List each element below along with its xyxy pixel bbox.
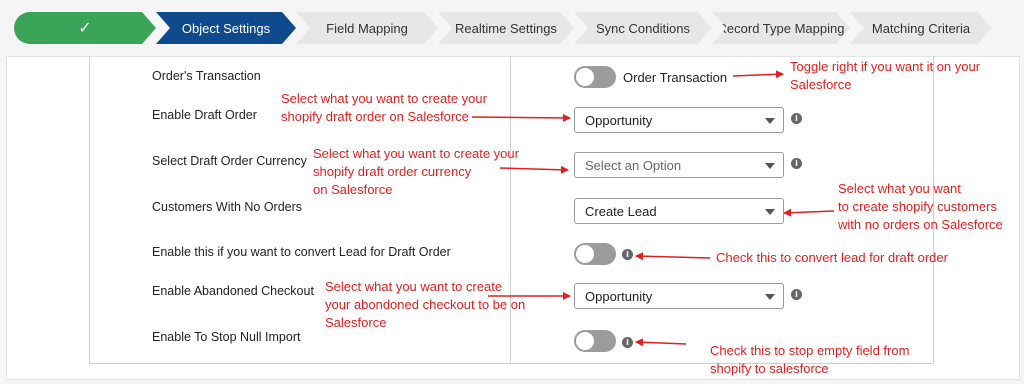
annotation-draft-order: Select what you want to create your shop… <box>281 90 487 126</box>
annotation-line: shopify draft order on Salesforce <box>281 109 469 124</box>
convert-lead-toggle[interactable] <box>574 243 616 265</box>
info-icon[interactable]: i <box>791 289 802 300</box>
step-label: Field Mapping <box>326 20 408 36</box>
annotation-draft-currency: Select what you want to create your shop… <box>313 145 519 199</box>
annotation-line: with no orders on Salesforce <box>838 217 1003 232</box>
check-icon: ✓ <box>78 20 92 37</box>
annotation-line: shopify draft order currency <box>313 164 472 179</box>
select-value: Opportunity <box>585 113 653 128</box>
step-sync-conditions[interactable]: Sync Conditions <box>574 12 712 44</box>
caret-down-icon <box>765 163 775 169</box>
step-realtime-settings[interactable]: Realtime Settings <box>438 12 574 44</box>
select-placeholder: Select an Option <box>585 158 682 173</box>
draft-order-currency-select[interactable]: Select an Option <box>574 152 784 178</box>
annotation-toggle-order: Toggle right if you want it on your Sale… <box>790 58 980 94</box>
annotation-line: your abondoned checkout to be on <box>325 297 526 312</box>
annotation-line: Check this to convert lead for draft ord… <box>716 250 948 265</box>
caret-down-icon <box>765 209 775 215</box>
step-label: Sync Conditions <box>596 20 690 36</box>
row-label-abandoned-checkout: Enable Abandoned Checkout <box>152 284 314 298</box>
order-transaction-toggle[interactable] <box>574 66 616 88</box>
info-icon[interactable]: i <box>791 113 802 124</box>
step-label: Record Type Mapping <box>717 20 845 36</box>
caret-down-icon <box>765 118 775 124</box>
annotation-line: Select what you want to create your <box>281 91 487 106</box>
annotation-customers: Select what you want to create shopify c… <box>838 180 1003 234</box>
stop-null-import-toggle[interactable] <box>574 330 616 352</box>
row-label-enable-draft-order: Enable Draft Order <box>152 108 257 122</box>
annotation-line: Check this to stop empty field from <box>710 343 910 358</box>
annotation-line: Select what you want to create <box>325 279 503 294</box>
annotation-line: on Salesforce <box>313 182 393 197</box>
toggle-knob <box>576 245 594 263</box>
abandoned-checkout-select[interactable]: Opportunity <box>574 283 784 309</box>
annotation-stop-null: Check this to stop empty field from shop… <box>710 342 909 378</box>
row-label-draft-order-currency: Select Draft Order Currency <box>152 154 307 168</box>
annotation-abandoned: Select what you want to create your abon… <box>325 278 525 332</box>
caret-down-icon <box>765 294 775 300</box>
info-icon[interactable]: i <box>622 337 633 348</box>
annotation-line: Select what you want <box>838 181 961 196</box>
customers-no-orders-select[interactable]: Create Lead <box>574 198 784 224</box>
progress-stepper: ✓ Object Settings Field Mapping Realtime… <box>0 0 1024 56</box>
order-transaction-label: Order Transaction <box>623 70 728 85</box>
annotation-line: Select what you want to create your <box>313 146 519 161</box>
row-label-stop-null-import: Enable To Stop Null Import <box>152 330 301 344</box>
step-matching-criteria[interactable]: Matching Criteria <box>850 12 992 44</box>
annotation-line: Salesforce <box>790 77 852 92</box>
step-label: Matching Criteria <box>871 20 971 36</box>
toggle-knob <box>576 332 594 350</box>
step-label: Object Settings <box>181 20 271 36</box>
annotation-convert-lead: Check this to convert lead for draft ord… <box>716 249 948 267</box>
draft-order-select[interactable]: Opportunity <box>574 107 784 133</box>
step-object-settings[interactable]: Object Settings <box>156 12 296 44</box>
step-record-type-mapping[interactable]: Record Type Mapping <box>712 12 850 44</box>
info-icon[interactable]: i <box>791 158 802 169</box>
toggle-knob <box>576 68 594 86</box>
step-completed[interactable]: ✓ <box>14 12 156 44</box>
row-label-orders-transaction: Order's Transaction <box>152 69 261 83</box>
step-label: Realtime Settings <box>455 20 557 36</box>
annotation-line: Toggle right if you want it on your <box>790 59 981 74</box>
info-icon[interactable]: i <box>622 249 633 260</box>
select-value: Opportunity <box>585 289 653 304</box>
annotation-line: to create shopify customers <box>838 199 997 214</box>
step-field-mapping[interactable]: Field Mapping <box>296 12 438 44</box>
annotation-line: Salesforce <box>325 315 387 330</box>
annotation-line: shopify to salesforce <box>710 361 829 376</box>
select-value: Create Lead <box>585 204 657 219</box>
row-label-convert-lead: Enable this if you want to convert Lead … <box>152 245 451 259</box>
row-label-customers-no-orders: Customers With No Orders <box>152 200 303 214</box>
